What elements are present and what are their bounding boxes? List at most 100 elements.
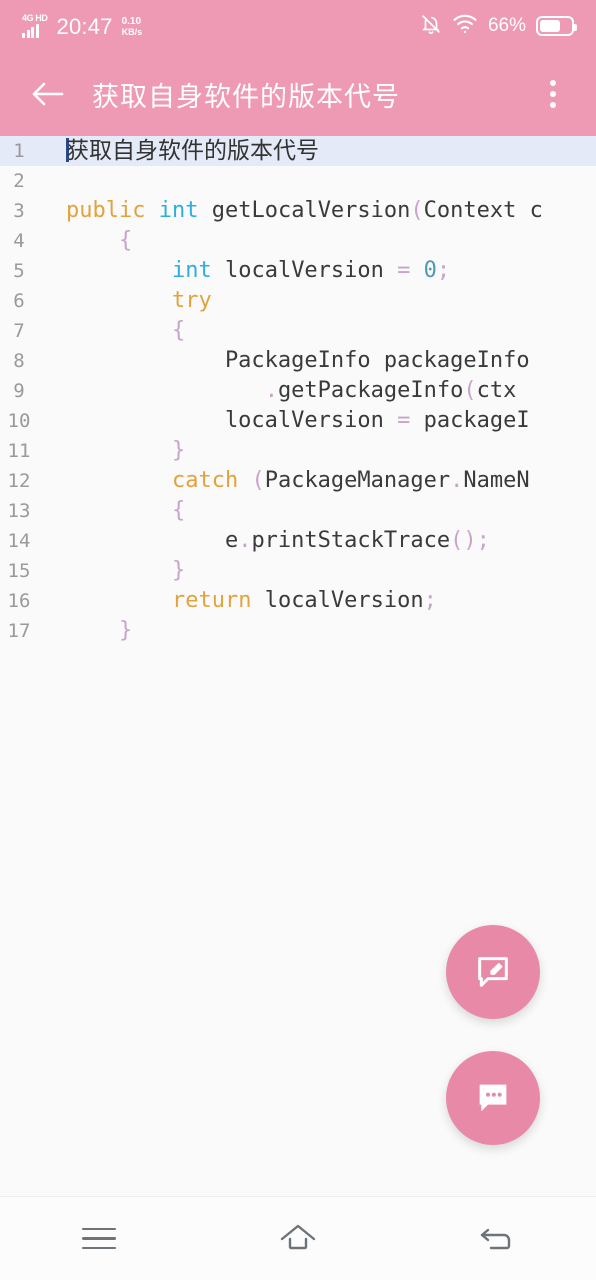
line-number: 9 xyxy=(13,380,25,402)
comment-edit-fab[interactable] xyxy=(446,925,540,1019)
code-token: } xyxy=(171,558,186,583)
line-number: 15 xyxy=(7,560,31,582)
code-editor[interactable]: 1 获取自身软件的版本代号 2 3 public int getLocalVersion… xyxy=(0,136,596,1196)
code-token: public xyxy=(66,198,146,223)
nav-home-button[interactable] xyxy=(243,1197,353,1280)
code-token: PackageInfo packageInfo xyxy=(66,348,530,373)
code-line[interactable]: 7 { xyxy=(0,316,596,346)
code-line[interactable]: 5 int localVersion = 0; xyxy=(0,256,596,286)
code-line[interactable]: 13 { xyxy=(0,496,596,526)
battery-percent-label: 66% xyxy=(487,15,526,36)
code-line-content[interactable]: public int getLocalVersion(Context c xyxy=(44,196,596,226)
line-number: 2 xyxy=(13,170,25,192)
line-number: 12 xyxy=(7,470,31,492)
code-token: } xyxy=(118,618,133,643)
code-token: = xyxy=(397,408,411,433)
code-token: e xyxy=(66,528,239,553)
nav-back-button[interactable] xyxy=(442,1197,552,1280)
battery-icon xyxy=(536,16,577,36)
status-bar-right: 66% xyxy=(420,12,577,41)
network-speed-value: 0.10 xyxy=(121,16,142,27)
code-lines-table: 1 获取自身软件的版本代号 2 3 public int getLocalVersion… xyxy=(0,136,596,646)
code-line[interactable]: 10 localVersion = packageI xyxy=(0,406,596,436)
code-line[interactable]: 9 .getPackageInfo(ctx xyxy=(0,376,596,406)
comment-fab[interactable] xyxy=(446,1051,540,1145)
code-token: ctx xyxy=(476,378,517,403)
line-number: 16 xyxy=(7,590,31,612)
code-token: NameN xyxy=(463,468,530,493)
android-navigation-bar xyxy=(0,1196,596,1280)
overflow-menu-button[interactable] xyxy=(530,67,576,121)
code-line-content[interactable]: return localVersion; xyxy=(44,586,596,616)
signal-bars xyxy=(22,24,39,38)
status-bar: 4G HD 20:47 0.10 KB/s 66% xyxy=(0,0,596,52)
code-line-content[interactable]: int localVersion = 0; xyxy=(44,256,596,286)
comment-dots-icon xyxy=(479,1084,507,1112)
code-line-content[interactable]: { xyxy=(44,496,596,526)
line-number: 8 xyxy=(13,350,25,372)
line-number: 10 xyxy=(7,410,31,432)
code-line-content[interactable]: PackageInfo packageInfo xyxy=(44,346,596,376)
code-line-content[interactable]: } xyxy=(44,616,596,646)
code-line[interactable]: 11 } xyxy=(0,436,596,466)
code-token: c xyxy=(529,198,543,223)
line-number: 5 xyxy=(13,260,25,282)
code-line-content[interactable]: localVersion = packageI xyxy=(44,406,596,436)
network-speed-unit: KB/s xyxy=(121,27,143,37)
code-line[interactable]: 3 public int getLocalVersion(Context c xyxy=(0,196,596,226)
code-line[interactable]: 17 } xyxy=(0,616,596,646)
code-line[interactable]: 1 获取自身软件的版本代号 xyxy=(0,136,596,166)
code-line-content[interactable]: { xyxy=(44,316,596,346)
code-line[interactable]: 16 return localVersion; xyxy=(0,586,596,616)
code-line-content[interactable] xyxy=(44,166,596,196)
more-vertical-icon xyxy=(550,80,556,86)
code-line-content[interactable]: e.printStackTrace(); xyxy=(44,526,596,556)
back-button[interactable] xyxy=(20,67,74,121)
code-token: { xyxy=(171,318,186,343)
code-line-content[interactable]: 获取自身软件的版本代号 xyxy=(44,136,596,166)
code-token: 0 xyxy=(423,258,437,283)
code-token: int xyxy=(158,198,199,223)
code-line[interactable]: 4 { xyxy=(0,226,596,256)
code-line[interactable]: 8 PackageInfo packageInfo xyxy=(0,346,596,376)
status-bar-clock: 20:47 xyxy=(56,14,113,39)
line-number: 13 xyxy=(7,500,31,522)
code-token: catch xyxy=(171,468,239,493)
code-line[interactable]: 12 catch (PackageManager.NameN xyxy=(0,466,596,496)
code-line-content[interactable]: catch (PackageManager.NameN xyxy=(44,466,596,496)
code-line-content[interactable]: { xyxy=(44,226,596,256)
code-line-content[interactable]: .getPackageInfo(ctx xyxy=(44,376,596,406)
phone-screen: 4G HD 20:47 0.10 KB/s 66% 获取自身软件的版本代号 1 … xyxy=(0,0,596,1280)
code-line-text: 获取自身软件的版本代号 xyxy=(66,138,319,164)
comment-edit-icon xyxy=(478,957,508,987)
back-arrow-icon xyxy=(480,1228,510,1249)
code-line-content[interactable]: } xyxy=(44,556,596,586)
code-token: try xyxy=(171,288,212,313)
code-line[interactable]: 6 try xyxy=(0,286,596,316)
code-line-content[interactable]: } xyxy=(44,436,596,466)
code-token: . xyxy=(264,378,278,403)
code-line[interactable]: 2 xyxy=(0,166,596,196)
code-token: PackageManager xyxy=(264,468,451,493)
nav-recents-button[interactable] xyxy=(44,1197,154,1280)
app-bar: 获取自身软件的版本代号 xyxy=(0,52,596,136)
code-line[interactable]: 14 e.printStackTrace(); xyxy=(0,526,596,556)
wifi-icon xyxy=(452,13,478,39)
code-line[interactable]: 15 } xyxy=(0,556,596,586)
code-token: ; xyxy=(436,258,451,283)
code-token: ; xyxy=(423,588,437,613)
code-token: getPackageInfo xyxy=(277,378,464,403)
line-number: 7 xyxy=(13,320,25,342)
line-number: 1 xyxy=(13,140,25,162)
line-number: 14 xyxy=(7,530,31,552)
code-token: (); xyxy=(450,528,490,553)
line-number: 6 xyxy=(13,290,25,312)
code-line-content[interactable]: try xyxy=(44,286,596,316)
